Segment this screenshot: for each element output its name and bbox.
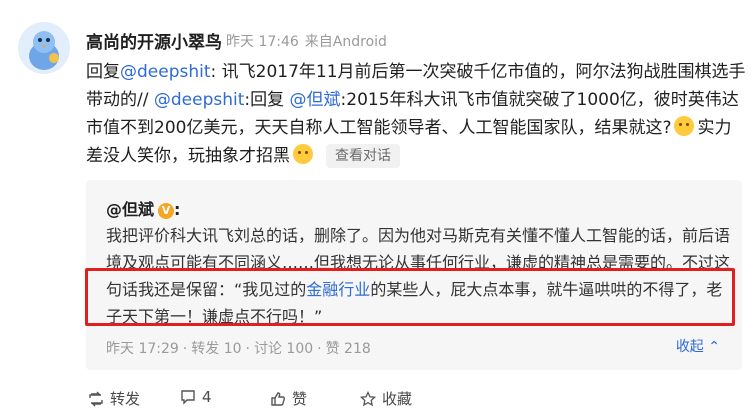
quoted-text: 我把评价科大讯飞刘总的话，删除了。因为他对马斯克有关懂不懂人工智能的话，前后语境… xyxy=(106,222,732,330)
repost-label: 转发 xyxy=(110,390,141,408)
reply-word: 回复 xyxy=(86,62,120,82)
collect-label: 收藏 xyxy=(382,390,413,408)
post-time[interactable]: 昨天 17:46 xyxy=(226,34,299,50)
quoted-repost-count[interactable]: 转发 10 xyxy=(191,341,241,357)
thumbs-up-icon xyxy=(271,392,285,406)
verified-badge-icon: V xyxy=(158,203,175,219)
quoted-post[interactable]: @但斌 V: 我把评价科大讯飞刘总的话，删除了。因为他对马斯克有关懂不懂人工智能的… xyxy=(86,180,742,370)
avatar[interactable] xyxy=(18,22,70,74)
emoji-icon xyxy=(293,144,313,164)
repost-button[interactable]: 转发 xyxy=(88,388,140,409)
quoted-author-colon: : xyxy=(174,200,181,219)
post-text-part: :回复 xyxy=(244,90,285,110)
collapse-button[interactable]: 收起 ⌃ xyxy=(676,336,720,356)
quoted-comment-count[interactable]: 讨论 100 xyxy=(254,341,313,357)
mention-link[interactable]: @deepshit xyxy=(120,62,211,82)
emoji-icon xyxy=(674,116,695,136)
mention-link[interactable]: @deepshit xyxy=(154,90,245,110)
chevron-up-icon: ⌃ xyxy=(708,339,720,355)
like-button[interactable]: 赞 xyxy=(270,388,307,409)
repost-icon xyxy=(89,391,103,407)
avatar-bird-icon xyxy=(18,22,70,74)
topic-link[interactable]: 金融行业 xyxy=(306,280,370,299)
quoted-author: @但斌 V: xyxy=(106,196,180,220)
post-source: 来自Android xyxy=(304,34,387,50)
author-name[interactable]: 高尚的开源小翠鸟 xyxy=(86,28,222,53)
comment-count: 4 xyxy=(202,388,212,406)
quoted-like-count[interactable]: 赞 218 xyxy=(326,341,371,357)
collect-button[interactable]: 收藏 xyxy=(359,388,413,409)
post-body: 回复@deepshit: 讯飞2017年11月前后第一次突破千亿市值的，阿尔法狗… xyxy=(86,58,746,170)
quoted-meta: 昨天 17:29 · 转发 10 · 讨论 100 · 赞 218 xyxy=(106,341,371,357)
post-meta: 昨天 17:46 来自Android xyxy=(226,31,387,51)
view-conversation-button[interactable]: 查看对话 xyxy=(326,144,400,168)
comment-icon xyxy=(181,390,195,405)
quoted-time[interactable]: 昨天 17:29 xyxy=(106,341,179,357)
like-label: 赞 xyxy=(292,390,308,408)
mention-link[interactable]: @但斌 xyxy=(290,90,341,110)
quoted-author-link[interactable]: @但斌 xyxy=(106,200,154,219)
comment-button[interactable]: 4 xyxy=(180,388,212,406)
star-icon xyxy=(359,390,377,407)
collapse-label: 收起 xyxy=(675,339,704,355)
